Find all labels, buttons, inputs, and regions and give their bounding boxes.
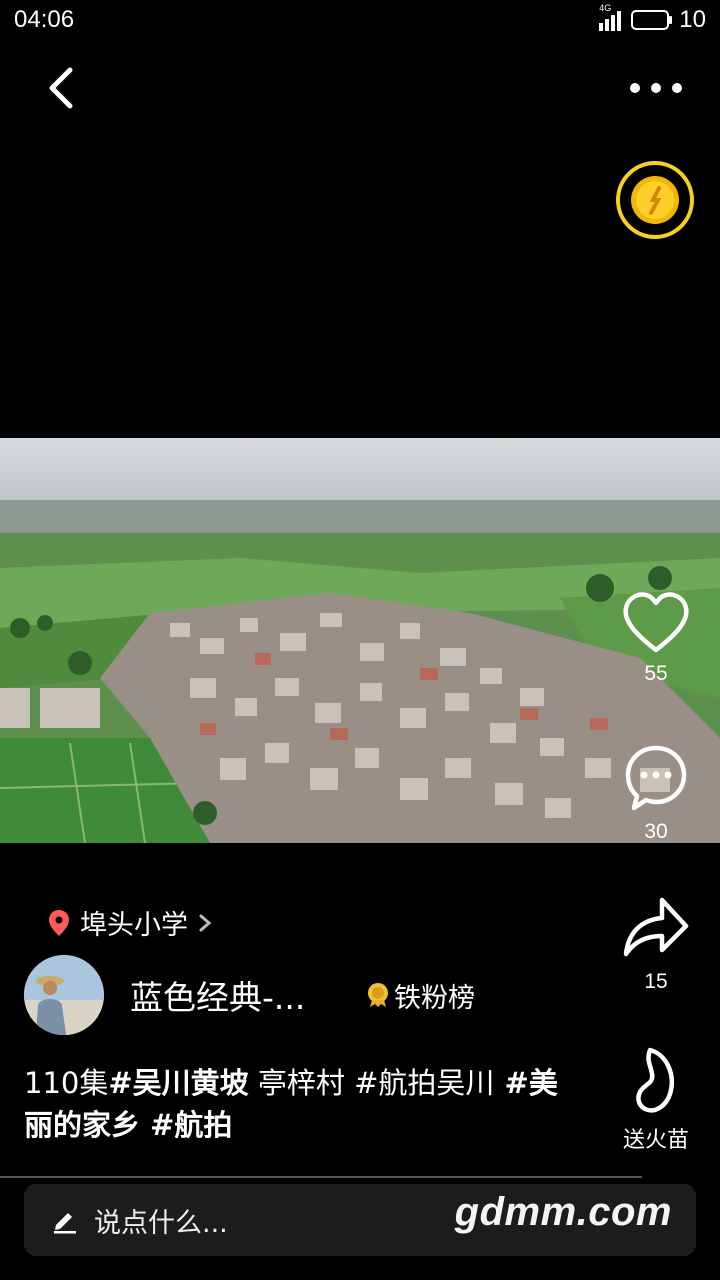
pencil-icon xyxy=(54,1213,76,1234)
comment-input[interactable]: 说点什么... gdmm.com xyxy=(24,1184,696,1256)
share-button[interactable]: 15 xyxy=(601,892,711,994)
location-tag[interactable]: 埠头小学 xyxy=(48,903,212,942)
author-row: 蓝色经典-... 铁粉榜 xyxy=(24,955,475,1035)
avatar[interactable] xyxy=(24,955,104,1035)
fans-badge-label: 铁粉榜 xyxy=(394,982,475,1014)
flame-icon xyxy=(636,1047,674,1113)
coin-reward-button[interactable] xyxy=(615,160,695,240)
author-name[interactable]: 蓝色经典-... xyxy=(130,971,330,1019)
comment-placeholder: 说点什么... xyxy=(94,1207,228,1239)
watermark: gdmm.com xyxy=(454,1190,672,1234)
dot xyxy=(651,83,661,93)
caption-text: 亭梓村 xyxy=(248,1066,355,1100)
avatar-photo xyxy=(24,955,104,1035)
network-type: 4G xyxy=(599,3,612,13)
comment-bubble-icon xyxy=(625,745,687,811)
hashtag[interactable]: #吴川黄坡 xyxy=(108,1066,248,1100)
more-options-button[interactable] xyxy=(630,70,682,106)
like-button[interactable]: 55 xyxy=(601,590,711,686)
caption-episode: 110集 xyxy=(24,1066,109,1100)
location-pin-icon xyxy=(49,909,69,936)
gift-flame-button[interactable]: 送火苗 xyxy=(601,1044,711,1154)
comment-count: 30 xyxy=(644,820,668,843)
chevron-right-icon xyxy=(199,914,212,931)
hashtag[interactable]: #航拍吴川 xyxy=(354,1066,494,1100)
status-indicators: 4G 10 xyxy=(599,3,706,34)
comment-button[interactable]: 30 xyxy=(601,742,711,844)
chevron-left-icon xyxy=(49,67,73,109)
share-arrow-icon xyxy=(623,897,689,957)
hashtag[interactable]: #航拍 xyxy=(140,1108,232,1142)
signal-icon: 4G xyxy=(599,3,622,31)
coin-icon xyxy=(616,161,694,239)
dot xyxy=(630,83,640,93)
location-name: 埠头小学 xyxy=(80,910,188,941)
gift-label: 送火苗 xyxy=(622,1128,689,1153)
battery-icon xyxy=(631,10,673,30)
status-time: 04:06 xyxy=(14,6,75,33)
medal-icon xyxy=(368,983,388,1007)
fans-ranking-badge[interactable]: 铁粉榜 xyxy=(366,976,475,1015)
battery-level: 10 xyxy=(679,6,706,33)
video-progress-bar[interactable] xyxy=(0,1176,642,1178)
share-count: 15 xyxy=(644,970,668,993)
heart-icon xyxy=(623,592,689,653)
video-caption: 110集#吴川黄坡 亭梓村 #航拍吴川 #美丽的家乡 #航拍 xyxy=(24,1062,584,1146)
dot xyxy=(672,83,682,93)
like-count: 55 xyxy=(644,662,668,685)
back-button[interactable] xyxy=(40,62,84,114)
